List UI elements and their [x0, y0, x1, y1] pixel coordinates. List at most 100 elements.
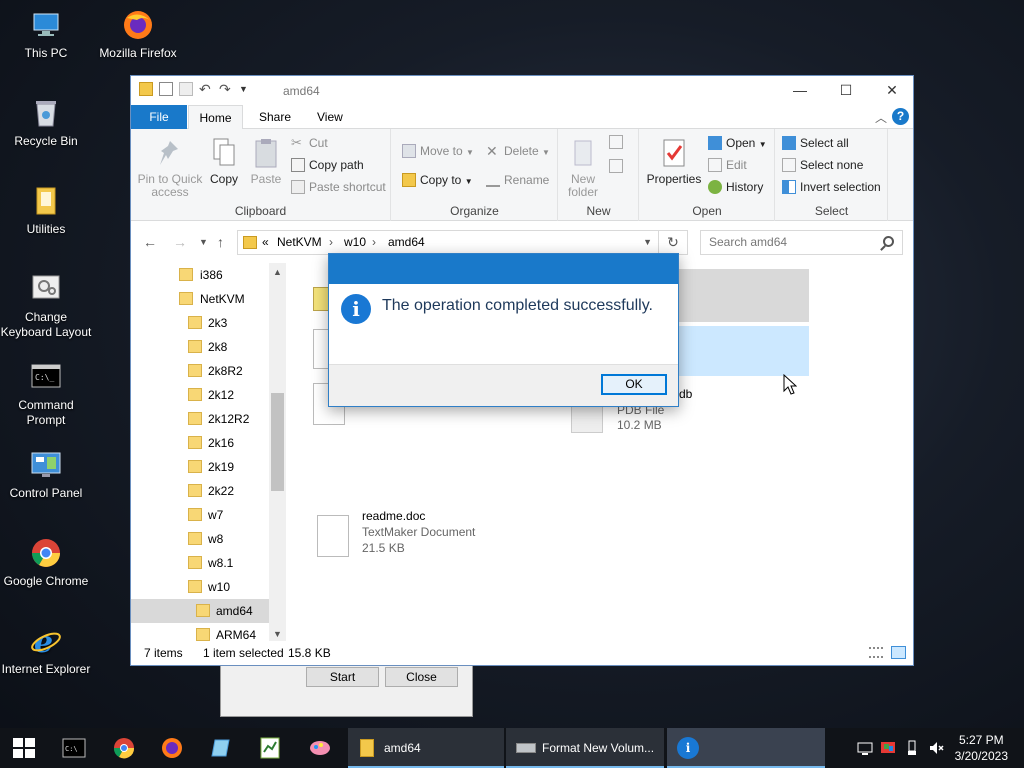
tree-item-w8[interactable]: w8	[131, 527, 271, 551]
chevron-right-icon[interactable]: ›	[329, 235, 333, 249]
breadcrumb-netkvm[interactable]: NetKVM	[277, 235, 322, 249]
invert-selection-button[interactable]: Invert selection	[780, 177, 881, 197]
taskbar-app-message[interactable]: i	[667, 728, 825, 768]
back-arrow-icon[interactable]: ←	[143, 234, 157, 250]
group-label: Open	[692, 204, 722, 218]
network-icon[interactable]	[857, 740, 873, 756]
chrome-icon[interactable]	[112, 736, 136, 760]
desktop-icon-recycle-bin[interactable]: Recycle Bin	[0, 96, 92, 149]
tree-item-2k16[interactable]: 2k16	[131, 431, 271, 455]
volume-muted-icon[interactable]	[928, 740, 944, 756]
desktop-icon-chrome[interactable]: Google Chrome	[0, 536, 92, 589]
taskbar-app-format[interactable]: Format New Volum...	[506, 728, 664, 768]
display-icon[interactable]	[880, 740, 896, 756]
copy-path-button[interactable]: Copy path	[289, 155, 364, 175]
chevron-right-icon[interactable]: ›	[372, 235, 376, 249]
scroll-down-icon[interactable]: ▼	[269, 629, 286, 639]
tree-item-netkvm[interactable]: NetKVM	[131, 287, 271, 311]
chevron-down-icon[interactable]: ▼	[643, 237, 652, 247]
maximize-icon[interactable]: ☐	[823, 76, 869, 105]
tab-file[interactable]: File	[131, 105, 187, 129]
breadcrumb-w10[interactable]: w10	[344, 235, 366, 249]
tree-item-amd64[interactable]: amd64	[131, 599, 271, 623]
new-folder-icon[interactable]	[179, 82, 193, 96]
desktop-icon-internet-explorer[interactable]: e Internet Explorer	[0, 624, 92, 677]
rename-button[interactable]: Rename	[484, 170, 549, 190]
desktop-icon-this-pc[interactable]: This PC	[0, 8, 92, 61]
minimize-icon[interactable]: —	[777, 76, 823, 105]
redo-icon[interactable]: ↷	[219, 82, 233, 96]
chevron-down-icon[interactable]: ▼	[239, 82, 253, 96]
select-all-button[interactable]: Select all	[780, 133, 849, 153]
paste-button[interactable]: Paste	[249, 137, 283, 186]
scroll-thumb[interactable]	[271, 393, 284, 491]
tree-item-w8-1[interactable]: w8.1	[131, 551, 271, 575]
move-to-button[interactable]: Move to ▼	[400, 141, 474, 161]
cut-button[interactable]: ✂ Cut	[289, 133, 328, 153]
spreadsheet-icon[interactable]	[258, 736, 282, 760]
copy-button[interactable]: Copy	[207, 137, 241, 186]
tab-home[interactable]: Home	[188, 105, 243, 129]
tree-item-w7[interactable]: w7	[131, 503, 271, 527]
delete-button[interactable]: ✕ Delete ▼	[484, 141, 550, 161]
tree-item-2k12r2[interactable]: 2k12R2	[131, 407, 271, 431]
windows-start-icon[interactable]	[13, 738, 35, 758]
breadcrumb-amd64[interactable]: amd64	[388, 235, 425, 249]
tab-share[interactable]: Share	[245, 105, 305, 129]
open-button[interactable]: Open ▼	[706, 133, 767, 153]
up-arrow-icon[interactable]: ↑	[217, 234, 224, 250]
properties-button[interactable]: Properties	[646, 137, 702, 186]
desktop-icon-keyboard-layout[interactable]: Change Keyboard Layout	[0, 272, 92, 340]
taskbar-app-explorer[interactable]: amd64	[348, 728, 504, 768]
help-icon[interactable]: ?	[892, 108, 909, 125]
command-prompt-icon[interactable]: C:\	[62, 736, 86, 760]
address-bar[interactable]: « NetKVM › w10 › amd64 ▼	[237, 230, 659, 255]
list-item-readme[interactable]: readme.doc TextMaker Document 21.5 KB	[317, 509, 517, 563]
tab-view[interactable]: View	[303, 105, 357, 129]
usb-icon[interactable]	[904, 740, 920, 756]
close-button[interactable]: Close	[385, 667, 458, 687]
system-clock[interactable]: 5:27 PM 3/20/2023	[955, 732, 1008, 764]
breadcrumb-prefix[interactable]: «	[262, 235, 269, 249]
easy-access-icon[interactable]	[609, 159, 623, 173]
collapse-ribbon-icon[interactable]: ︿	[875, 109, 887, 126]
tree-item-2k12[interactable]: 2k12	[131, 383, 271, 407]
close-icon[interactable]: ✕	[869, 76, 915, 105]
undo-icon[interactable]: ↶	[199, 82, 213, 96]
ok-button[interactable]: OK	[601, 374, 667, 395]
tree-item-arm64[interactable]: ARM64	[131, 623, 271, 643]
details-view-icon[interactable]	[869, 647, 883, 658]
dialog-title-bar[interactable]	[329, 254, 678, 284]
paste-shortcut-button[interactable]: Paste shortcut	[289, 177, 386, 197]
notepad-icon[interactable]	[209, 736, 233, 760]
desktop-icon-utilities[interactable]: Utilities	[0, 184, 92, 237]
desktop-icon-firefox[interactable]: Mozilla Firefox	[92, 8, 184, 61]
tree-item-w10[interactable]: w10	[131, 575, 271, 599]
nav-scrollbar[interactable]: ▲ ▼	[269, 263, 286, 643]
tree-item-2k8[interactable]: 2k8	[131, 335, 271, 359]
forward-arrow-icon[interactable]: →	[173, 234, 187, 250]
recent-locations-icon[interactable]: ▼	[199, 237, 208, 247]
tree-item-2k8r2[interactable]: 2k8R2	[131, 359, 271, 383]
desktop-icon-control-panel[interactable]: Control Panel	[0, 448, 92, 501]
scroll-up-icon[interactable]: ▲	[269, 267, 286, 277]
start-button[interactable]: Start	[306, 667, 379, 687]
select-none-button[interactable]: Select none	[780, 155, 863, 175]
new-item-icon[interactable]	[609, 135, 623, 149]
tree-item-2k3[interactable]: 2k3	[131, 311, 271, 335]
tree-item-2k19[interactable]: 2k19	[131, 455, 271, 479]
firefox-icon[interactable]	[160, 736, 184, 760]
tree-item-2k22[interactable]: 2k22	[131, 479, 271, 503]
tree-item-i386[interactable]: i386	[131, 263, 271, 287]
search-input[interactable]: Search amd64	[700, 230, 903, 255]
pin-quick-access-button[interactable]: Pin to Quick access	[137, 137, 203, 199]
large-icons-view-icon[interactable]	[891, 646, 906, 659]
desktop-icon-command-prompt[interactable]: C:\_ Command Prompt	[0, 360, 92, 428]
refresh-icon[interactable]: ↻	[659, 230, 688, 255]
new-folder-button[interactable]: New folder	[563, 137, 603, 199]
copy-to-button[interactable]: Copy to ▼	[400, 170, 473, 190]
history-button[interactable]: History	[706, 177, 763, 197]
properties-icon[interactable]	[159, 82, 173, 96]
paint-icon[interactable]	[308, 736, 332, 760]
edit-button[interactable]: Edit	[706, 155, 747, 175]
